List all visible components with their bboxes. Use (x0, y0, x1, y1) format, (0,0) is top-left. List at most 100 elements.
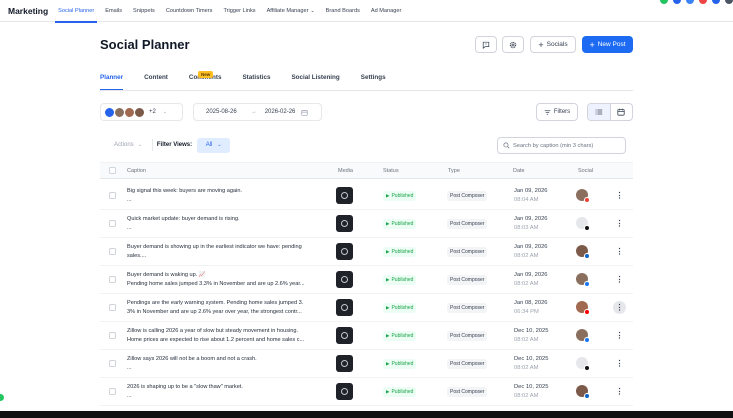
table-row[interactable]: Zillow is calling 2026 a year of slow bu… (100, 322, 633, 350)
type-badge: Post Composer (447, 303, 488, 313)
caption-line: ... (127, 365, 132, 371)
tab-planner[interactable]: Planner (100, 74, 124, 90)
notification-icon[interactable] (686, 0, 694, 4)
nav-countdown-timers[interactable]: Countdown Timers (166, 0, 213, 22)
play-icon (341, 304, 348, 311)
calendar-view-button[interactable] (611, 104, 633, 120)
post-caption[interactable]: Buyer demand is waking up. 📈 Pending home… (127, 271, 327, 289)
media-thumbnail[interactable] (336, 383, 353, 400)
tiktok-icon (584, 225, 590, 231)
play-triangle-icon: ▶ (386, 193, 390, 198)
table-row[interactable]: 2026 is shaping up to be a "slow thaw" m… (100, 378, 633, 406)
social-account-avatar[interactable] (576, 273, 590, 287)
tab-social-listening[interactable]: Social Listening (291, 74, 339, 90)
media-thumbnail[interactable] (336, 187, 353, 204)
nav-trigger-links[interactable]: Trigger Links (223, 0, 255, 22)
media-thumbnail[interactable] (336, 271, 353, 288)
row-menu-button[interactable]: ⋮ (613, 301, 626, 314)
row-checkbox[interactable] (109, 360, 116, 367)
table-row[interactable]: Zillow says 2026 will not be a boom and … (100, 350, 633, 378)
account-selector[interactable]: +2 ⌄ (100, 103, 183, 121)
media-thumbnail[interactable] (336, 327, 353, 344)
nav-brand-boards[interactable]: Brand Boards (326, 0, 360, 22)
post-caption[interactable]: Pendings are the early warning system. P… (127, 299, 327, 317)
row-checkbox[interactable] (109, 220, 116, 227)
tab-content[interactable]: Content (144, 74, 168, 90)
chevron-down-icon: ⌄ (162, 109, 168, 115)
phone-icon[interactable] (673, 0, 681, 4)
date-from[interactable]: 2025-08-26 (206, 109, 237, 115)
app-brand: Marketing (8, 5, 49, 16)
nav-ad-manager[interactable]: Ad Manager (371, 0, 401, 22)
social-account-avatar[interactable] (576, 301, 590, 315)
filter-lines-icon (544, 109, 551, 115)
media-thumbnail[interactable] (336, 355, 353, 372)
post-caption[interactable]: 2026 is shaping up to be a "slow thaw" m… (127, 383, 327, 401)
actions-dropdown[interactable]: Actions ⌄ (114, 142, 142, 148)
table-row[interactable]: Buyer demand is waking up. 📈 Pending home… (100, 266, 633, 294)
social-account-avatar[interactable] (576, 385, 590, 399)
row-checkbox[interactable] (109, 248, 116, 255)
media-thumbnail[interactable] (336, 243, 353, 260)
post-caption[interactable]: Quick market update: buyer demand is ris… (127, 215, 327, 233)
linkedin-icon (584, 393, 590, 399)
select-all-checkbox[interactable] (109, 167, 116, 174)
table-row[interactable]: Big signal this week: buyers are moving … (100, 182, 633, 210)
social-account-avatar[interactable] (576, 189, 590, 203)
profile-avatar[interactable] (725, 0, 733, 4)
social-account-avatar[interactable] (576, 245, 590, 259)
media-thumbnail[interactable] (336, 299, 353, 316)
chat-widget-icon[interactable] (0, 394, 4, 401)
media-thumbnail[interactable] (336, 215, 353, 232)
feedback-button[interactable] (475, 36, 497, 53)
help-icon[interactable] (712, 0, 720, 4)
filter-views-select[interactable]: All ⌄ (197, 137, 231, 153)
new-post-button[interactable]: + New Post (582, 36, 633, 53)
row-menu-button[interactable]: ⋮ (613, 189, 626, 202)
table-row[interactable]: Pendings are the early warning system. P… (100, 294, 633, 322)
list-view-button[interactable] (588, 104, 611, 120)
row-menu-button[interactable]: ⋮ (613, 385, 626, 398)
social-account-avatar[interactable] (576, 329, 590, 343)
column-media: Media (338, 168, 353, 174)
youtube-icon (584, 309, 590, 315)
post-caption[interactable]: Big signal this week: buyers are moving … (127, 187, 327, 205)
row-menu-button[interactable]: ⋮ (613, 273, 626, 286)
nav-snippets[interactable]: Snippets (133, 0, 155, 22)
nav-emails[interactable]: Emails (105, 0, 122, 22)
table-row[interactable]: Quick market update: buyer demand is ris… (100, 210, 633, 238)
date-to[interactable]: 2026-02-26 (265, 109, 296, 115)
post-caption[interactable]: Buyer demand is showing up in the earlie… (127, 243, 327, 261)
social-account-avatar[interactable] (576, 217, 590, 231)
filters-button[interactable]: Filters (536, 103, 578, 121)
settings-button[interactable] (502, 36, 524, 53)
social-account-avatar[interactable] (576, 357, 590, 371)
top-nav: Marketing Social Planner Emails Snippets… (0, 0, 733, 23)
post-date: Dec 10, 2025 08:02 AM (514, 355, 548, 373)
tab-statistics[interactable]: Statistics (242, 74, 270, 90)
row-checkbox[interactable] (109, 276, 116, 283)
table-row[interactable]: Buyer demand is showing up in the earlie… (100, 238, 633, 266)
status-icon[interactable] (660, 0, 668, 4)
post-caption[interactable]: Zillow says 2026 will not be a boom and … (127, 355, 327, 373)
plus-icon: + (538, 39, 544, 50)
row-checkbox[interactable] (109, 304, 116, 311)
more-accounts-count: +2 (149, 109, 156, 115)
alert-icon[interactable] (699, 0, 707, 4)
row-menu-button[interactable]: ⋮ (613, 329, 626, 342)
row-checkbox[interactable] (109, 332, 116, 339)
type-badge: Post Composer (447, 247, 488, 257)
row-checkbox[interactable] (109, 388, 116, 395)
caption-search-input[interactable]: Search by caption (min 3 chars) (497, 137, 626, 154)
row-menu-button[interactable]: ⋮ (613, 217, 626, 230)
row-checkbox[interactable] (109, 192, 116, 199)
post-caption[interactable]: Zillow is calling 2026 a year of slow bu… (127, 327, 327, 345)
row-menu-button[interactable]: ⋮ (613, 245, 626, 258)
nav-affiliate-manager[interactable]: Affiliate Manager ⌄ (267, 0, 315, 22)
nav-social-planner[interactable]: Social Planner (55, 0, 98, 23)
socials-button[interactable]: + Socials (530, 36, 576, 53)
tab-settings[interactable]: Settings (361, 74, 386, 90)
date-range-picker[interactable]: 2025-08-26 → 2026-02-26 (193, 103, 322, 121)
row-menu-button[interactable]: ⋮ (613, 357, 626, 370)
post-date-day: Jan 08, 2026 (514, 300, 548, 306)
